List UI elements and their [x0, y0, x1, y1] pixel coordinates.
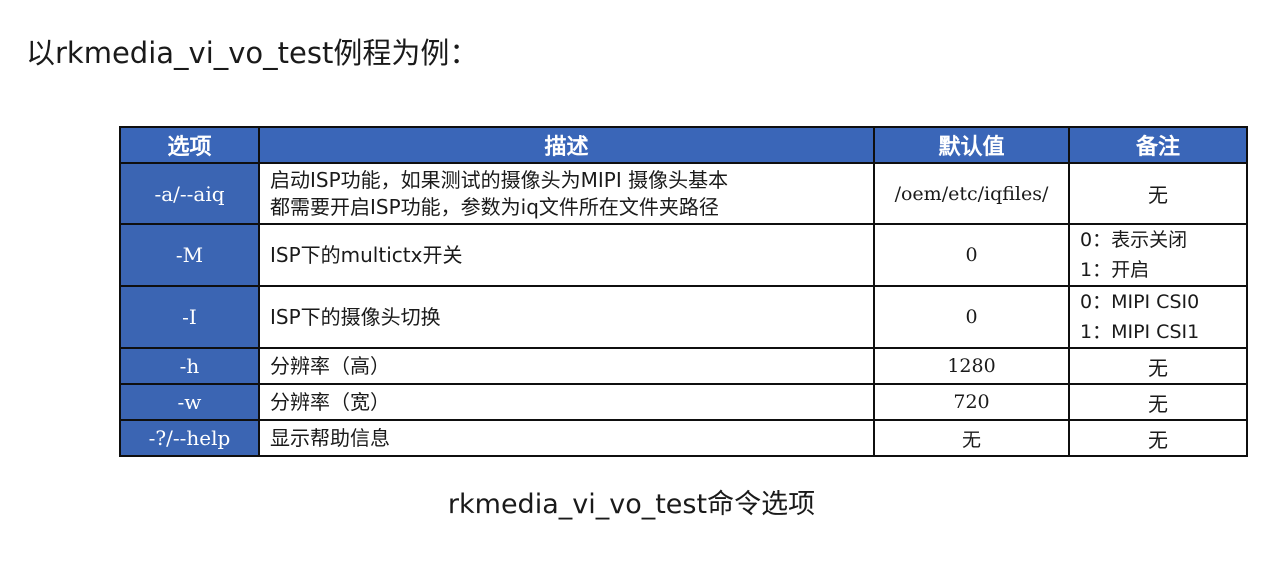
header-note: 备注: [1068, 126, 1248, 164]
description-cell: ISP下的multictx开关: [258, 223, 875, 287]
table-row: -I ISP下的摄像头切换 0 0：MIPI CSI0 1：MIPI CSI1: [119, 285, 1248, 349]
default-cell: 无: [873, 419, 1070, 457]
description-cell: 启动ISP功能，如果测试的摄像头为MIPI 摄像头基本 都需要开启ISP功能，参…: [258, 162, 875, 225]
description-line: 分辨率（宽）: [270, 389, 390, 414]
note-cell: 无: [1068, 347, 1248, 385]
page-heading: 以rkmedia_vi_vo_test例程为例：: [26, 36, 479, 70]
table-row: -a/--aiq 启动ISP功能，如果测试的摄像头为MIPI 摄像头基本 都需要…: [119, 162, 1248, 225]
note-line: 无: [1148, 183, 1168, 207]
table-caption: rkmedia_vi_vo_test命令选项: [447, 489, 816, 520]
default-cell: 0: [873, 223, 1070, 287]
description-line: 启动ISP功能，如果测试的摄像头为MIPI 摄像头基本: [270, 167, 729, 192]
note-line: 1：开启: [1080, 259, 1150, 281]
table-row: -h 分辨率（高） 1280 无: [119, 347, 1248, 385]
option-cell: -w: [119, 383, 260, 421]
note-line: 0：MIPI CSI0: [1080, 291, 1200, 313]
description-line: ISP下的multictx开关: [270, 242, 463, 267]
note-line: 无: [1148, 355, 1168, 380]
option-cell: -a/--aiq: [119, 162, 260, 225]
header-default: 默认值: [873, 126, 1070, 164]
default-cell: 0: [873, 285, 1070, 349]
table-row: -w 分辨率（宽） 720 无: [119, 383, 1248, 421]
table-row: -?/--help 显示帮助信息 无 无: [119, 419, 1248, 457]
header-option: 选项: [119, 126, 260, 164]
description-line: 分辨率（高）: [270, 353, 390, 378]
option-cell: -I: [119, 285, 260, 349]
note-line: 1：MIPI CSI1: [1080, 321, 1200, 343]
note-cell: 0：表示关闭 1：开启: [1068, 223, 1248, 287]
header-description: 描述: [258, 126, 875, 164]
description-line: ISP下的摄像头切换: [270, 304, 441, 329]
option-cell: -?/--help: [119, 419, 260, 457]
note-line: 无: [1148, 427, 1168, 452]
description-cell: 分辨率（高）: [258, 347, 875, 385]
option-cell: -h: [119, 347, 260, 385]
default-cell: 1280: [873, 347, 1070, 385]
note-cell: 无: [1068, 419, 1248, 457]
description-cell: 显示帮助信息: [258, 419, 875, 457]
note-cell: 无: [1068, 383, 1248, 421]
table-row: -M ISP下的multictx开关 0 0：表示关闭 1：开启: [119, 223, 1248, 287]
note-cell: 0：MIPI CSI0 1：MIPI CSI1: [1068, 285, 1248, 349]
default-cell: 720: [873, 383, 1070, 421]
description-line: 都需要开启ISP功能，参数为iq文件所在文件夹路径: [270, 194, 719, 219]
options-table: 选项 描述 默认值 备注 -a/--aiq 启动ISP功能，如果测试的摄像头为M…: [119, 126, 1248, 457]
description-cell: ISP下的摄像头切换: [258, 285, 875, 349]
note-cell: 无: [1068, 162, 1248, 225]
description-cell: 分辨率（宽）: [258, 383, 875, 421]
description-line: 显示帮助信息: [270, 425, 390, 450]
note-line: 0：表示关闭: [1080, 229, 1188, 251]
table-header-row: 选项 描述 默认值 备注: [119, 126, 1248, 164]
note-line: 无: [1148, 391, 1168, 416]
default-cell: /oem/etc/iqfiles/: [873, 162, 1070, 225]
option-cell: -M: [119, 223, 260, 287]
